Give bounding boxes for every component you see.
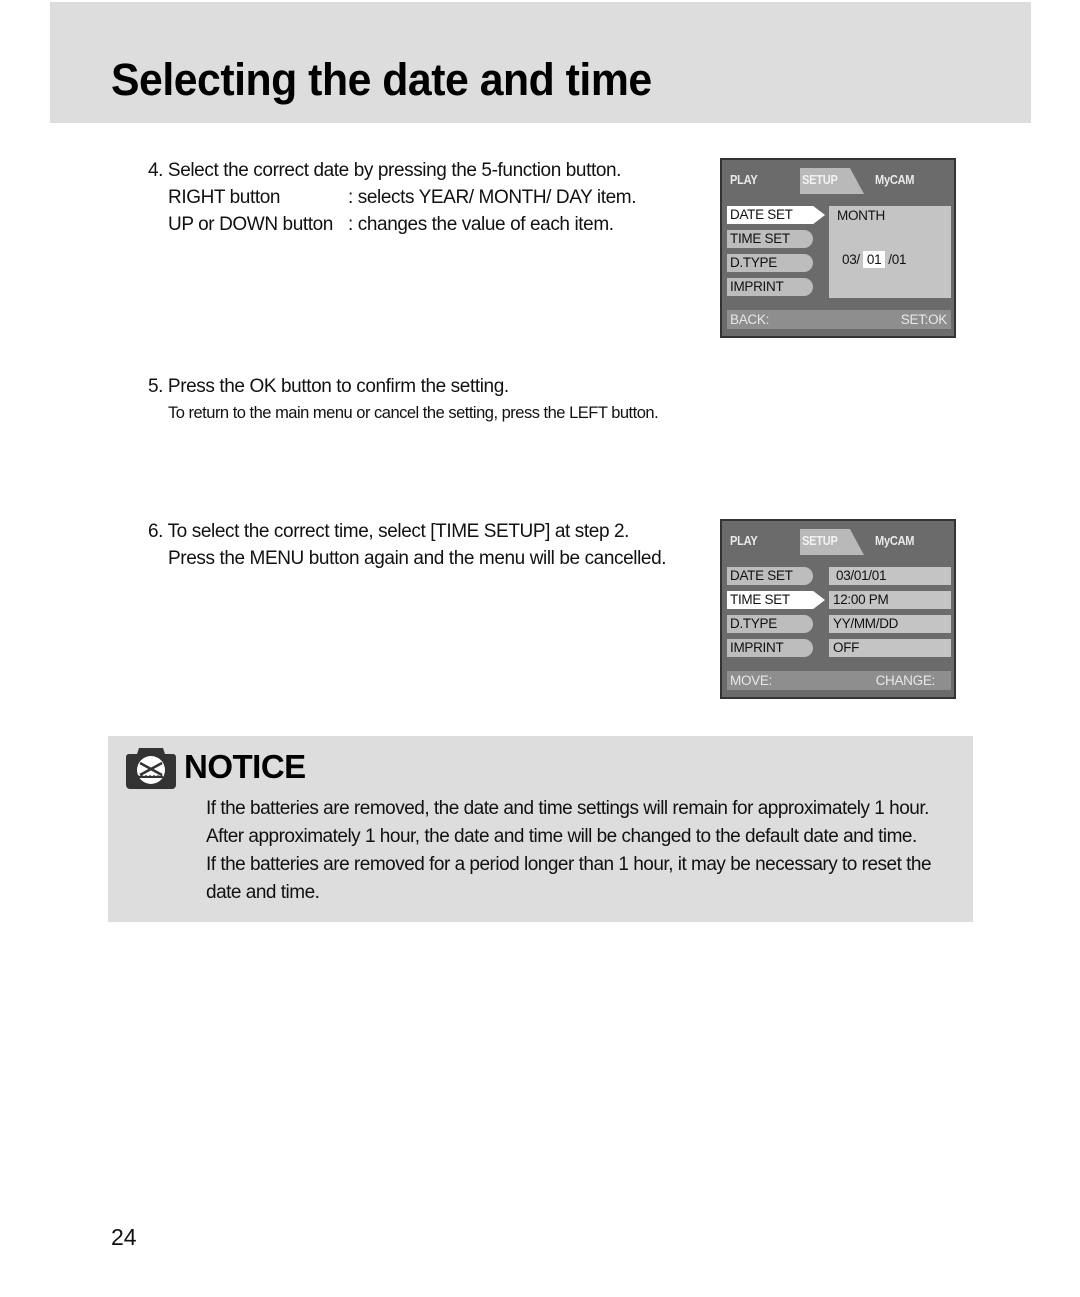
lcd-footer: BACK: SET:OK — [727, 310, 951, 329]
menu-item-time-set: TIME SET — [727, 591, 825, 609]
value-date: 03/01/01 — [829, 567, 951, 585]
step-4-heading: 4. Select the correct date by pressing t… — [148, 160, 622, 181]
notice-camera-icon — [126, 748, 176, 789]
date-panel: MONTH 03/ 01 /01 — [829, 206, 951, 298]
date-month-highlighted: 01 — [862, 251, 886, 268]
step-4-key: RIGHT button — [168, 187, 281, 208]
menu-item-imprint: IMPRINT — [727, 278, 813, 296]
step-4: 4. Select the correct date by pressing t… — [148, 157, 637, 238]
step-4-row: RIGHT button : selects YEAR/ MONTH/ DAY … — [148, 184, 637, 211]
notice-line: If the batteries are removed for a perio… — [206, 854, 932, 875]
notice-title: NOTICE — [184, 748, 306, 785]
step-6-line2: Press the MENU button again and the menu… — [168, 548, 667, 569]
tab-setup: SETUP — [802, 533, 838, 548]
notice-line: date and time. — [206, 882, 320, 903]
notice-line: If the batteries are removed, the date a… — [206, 798, 929, 819]
page-title: Selecting the date and time — [111, 54, 652, 105]
menu-item-date-set: DATE SET — [727, 206, 825, 224]
step-5-note: To return to the main menu or cancel the… — [168, 404, 659, 422]
footer-set-ok: SET:OK — [900, 312, 948, 327]
camera-lcd-time-set: PLAY SETUP MyCAM DATE SET TIME SET D.TYP… — [720, 519, 956, 699]
step-5: 5. Press the OK button to confirm the se… — [148, 373, 659, 427]
camera-lcd-date-set: PLAY SETUP MyCAM DATE SET TIME SET D.TYP… — [720, 158, 956, 338]
footer-move: MOVE: — [730, 673, 773, 688]
tab-mycam: MyCAM — [875, 172, 915, 187]
value-imprint: OFF — [829, 639, 951, 657]
step-6: 6. To select the correct time, select [T… — [148, 518, 667, 572]
step-4-value: : changes the value of each item. — [348, 214, 614, 235]
panel-label: MONTH — [837, 208, 885, 223]
tab-play: PLAY — [730, 172, 758, 187]
date-value: 03/ 01 /01 — [842, 251, 906, 268]
menu-item-date-set: DATE SET — [727, 567, 813, 585]
date-day: /01 — [888, 252, 907, 267]
step-5-heading: 5. Press the OK button to confirm the se… — [148, 376, 509, 397]
step-4-value: : selects YEAR/ MONTH/ DAY item. — [348, 187, 637, 208]
menu-item-imprint: IMPRINT — [727, 639, 813, 657]
tab-mycam: MyCAM — [875, 533, 915, 548]
notice-line: After approximately 1 hour, the date and… — [206, 826, 917, 847]
lcd-footer: MOVE: CHANGE: — [727, 671, 951, 690]
step-4-key: UP or DOWN button — [168, 214, 333, 235]
notice-text: If the batteries are removed, the date a… — [206, 795, 932, 907]
step-6-heading: 6. To select the correct time, select [T… — [148, 521, 630, 542]
tab-setup: SETUP — [802, 172, 838, 187]
step-4-row: UP or DOWN button : changes the value of… — [148, 211, 636, 238]
footer-back: BACK: — [730, 312, 770, 327]
tab-play: PLAY — [730, 533, 758, 548]
menu-item-d-type: D.TYPE — [727, 615, 813, 633]
page-number: 24 — [111, 1224, 137, 1250]
menu-item-d-type: D.TYPE — [727, 254, 813, 272]
date-year: 03/ — [842, 252, 860, 267]
value-time: 12:00 PM — [829, 591, 951, 609]
value-date-type: YY/MM/DD — [829, 615, 951, 633]
footer-change: CHANGE: — [875, 673, 936, 688]
menu-item-time-set: TIME SET — [727, 230, 813, 248]
